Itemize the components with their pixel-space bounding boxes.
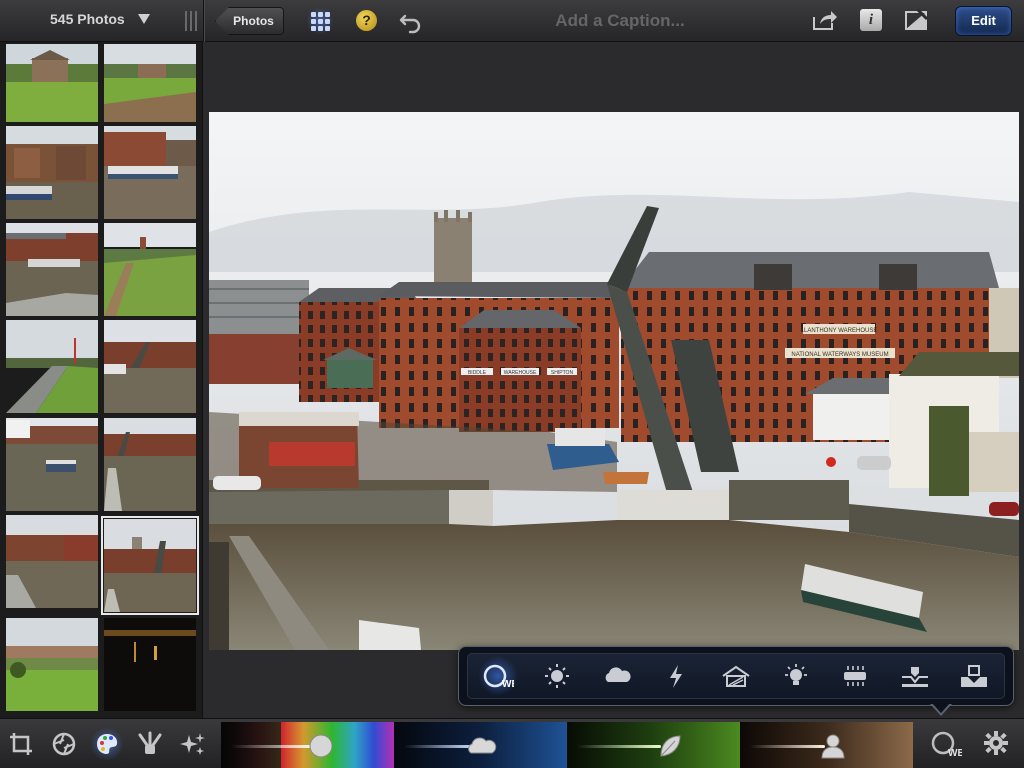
thumbnail[interactable] bbox=[104, 320, 196, 413]
skin-tones-slider[interactable] bbox=[740, 722, 913, 768]
brushes-icon[interactable] bbox=[133, 727, 167, 761]
thumbnail[interactable] bbox=[6, 44, 98, 122]
thumbnail[interactable] bbox=[104, 418, 196, 511]
sidebar-resize-grip-icon[interactable] bbox=[185, 11, 197, 31]
dropdown-arrow-icon[interactable] bbox=[138, 14, 150, 24]
banner-text: WAREHOUSE bbox=[504, 370, 537, 376]
leaf-knob-icon[interactable] bbox=[657, 733, 683, 759]
fluorescent-icon[interactable] bbox=[835, 656, 875, 696]
main-canvas[interactable]: BIDDLE WAREHOUSE SHIPTON LLANTHONY WAREH… bbox=[204, 42, 1024, 718]
bottom-toolbar: WB bbox=[0, 718, 1024, 768]
greenery-slider[interactable] bbox=[567, 722, 740, 768]
warehouse-sign: LLANTHONY WAREHOUSE bbox=[801, 328, 878, 334]
cloudy-icon[interactable] bbox=[597, 656, 637, 696]
thumbnail[interactable] bbox=[104, 223, 196, 316]
grid-view-icon[interactable] bbox=[306, 8, 334, 34]
cloud-knob-icon[interactable] bbox=[464, 733, 498, 759]
thumbnail[interactable] bbox=[6, 223, 98, 316]
saturation-slider[interactable] bbox=[221, 722, 394, 768]
thumbnail[interactable] bbox=[6, 618, 98, 711]
thumbnail-selected[interactable] bbox=[101, 516, 199, 615]
thumbnail[interactable] bbox=[104, 44, 196, 122]
thumbnail[interactable] bbox=[104, 618, 196, 711]
photo-count-label[interactable]: 545 Photos bbox=[50, 11, 125, 27]
exposure-icon[interactable] bbox=[47, 727, 81, 761]
saturation-knob-icon[interactable] bbox=[308, 733, 334, 759]
white-balance-presets: WB bbox=[467, 653, 1005, 699]
color-palette-icon[interactable] bbox=[90, 727, 124, 761]
effects-sparkle-icon[interactable] bbox=[176, 727, 210, 761]
wb-label: WB bbox=[948, 748, 962, 758]
blue-skies-slider[interactable] bbox=[394, 722, 567, 768]
white-balance-popup: WB bbox=[458, 646, 1014, 706]
white-balance-icon[interactable]: WB bbox=[930, 730, 962, 758]
person-knob-icon[interactable] bbox=[820, 733, 846, 759]
caption-input[interactable] bbox=[490, 8, 750, 34]
edit-button[interactable]: Edit bbox=[955, 6, 1012, 36]
banner-text: SHIPTON bbox=[551, 370, 574, 376]
back-to-photos-button[interactable]: Photos bbox=[215, 7, 284, 35]
share-icon[interactable] bbox=[812, 9, 838, 31]
main-photo: BIDDLE WAREHOUSE SHIPTON LLANTHONY WAREH… bbox=[209, 112, 1019, 650]
banner-text: BIDDLE bbox=[468, 370, 487, 376]
wb-label: WB bbox=[502, 679, 514, 689]
underwater-icon[interactable] bbox=[895, 656, 935, 696]
sunny-icon[interactable] bbox=[537, 656, 577, 696]
undo-icon[interactable] bbox=[398, 8, 424, 34]
thumbnail[interactable] bbox=[6, 126, 98, 219]
flash-icon[interactable] bbox=[656, 656, 696, 696]
thumbnail[interactable] bbox=[6, 418, 98, 511]
incandescent-bulb-icon[interactable] bbox=[776, 656, 816, 696]
thumbnail[interactable] bbox=[104, 126, 196, 219]
popup-pointer-inner bbox=[932, 703, 950, 713]
thumbnail[interactable] bbox=[6, 320, 98, 413]
compare-original-icon[interactable] bbox=[904, 8, 929, 31]
museum-sign: NATIONAL WATERWAYS MUSEUM bbox=[791, 352, 888, 358]
top-toolbar: 545 Photos Photos ? i Edit bbox=[0, 0, 1024, 42]
auto-white-balance-icon[interactable]: WB bbox=[477, 656, 518, 696]
photo-browser-sidebar[interactable] bbox=[0, 42, 203, 718]
photo-editor-app: 545 Photos Photos ? i Edit bbox=[0, 0, 1024, 768]
thumbnail[interactable] bbox=[6, 515, 98, 608]
underwater-deep-icon[interactable] bbox=[954, 656, 994, 696]
shade-icon[interactable] bbox=[716, 656, 756, 696]
toolbar-divider bbox=[203, 0, 204, 42]
gear-icon[interactable] bbox=[984, 731, 1008, 755]
crop-icon[interactable] bbox=[4, 727, 38, 761]
help-button[interactable]: ? bbox=[356, 10, 377, 31]
info-button[interactable]: i bbox=[860, 9, 882, 31]
